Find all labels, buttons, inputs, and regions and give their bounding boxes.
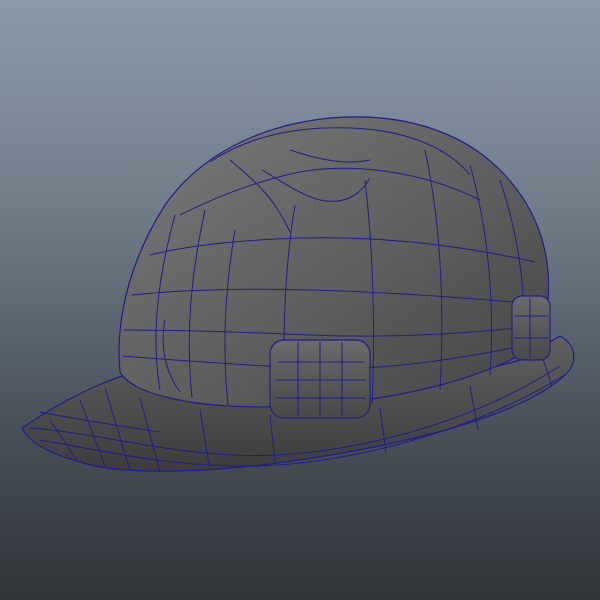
hard-hat-model[interactable] xyxy=(0,0,600,600)
front-slot-bracket xyxy=(269,339,371,419)
3d-viewport[interactable] xyxy=(0,0,600,600)
side-slot-bracket xyxy=(511,295,551,361)
